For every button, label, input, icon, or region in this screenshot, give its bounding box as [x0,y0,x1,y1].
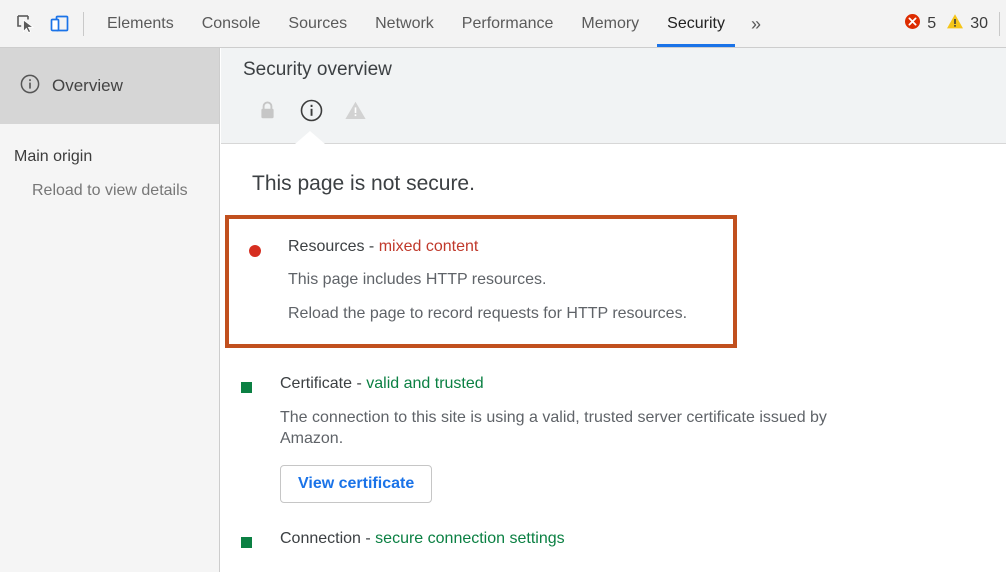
toolbar-divider [83,11,84,36]
section-title-row: Resources - mixed content [288,237,687,256]
tab-label: Performance [461,14,554,32]
tab-network[interactable]: Network [361,0,448,47]
status-bullet [241,382,255,394]
error-icon [904,13,921,35]
tab-label: Elements [107,14,174,32]
warning-icon [946,13,964,35]
section-title-row: Connection - secure connection settings [280,529,565,548]
sidebar-item-reload-to-view-details[interactable]: Reload to view details [0,166,219,200]
section-paragraph: The connection to this site is using a v… [280,408,827,447]
warning-counter[interactable]: 30 [941,13,993,35]
lock-icon[interactable] [245,93,289,127]
tab-elements[interactable]: Elements [93,0,188,47]
issue-counters: 5 30 [899,0,1006,47]
status-bullet [241,536,255,548]
section-separator: - [352,375,367,393]
sidebar-item-overview[interactable]: Overview [0,48,219,124]
section-separator: - [360,529,376,547]
panel-tab-strip: Elements Console Sources Network Perform… [93,0,773,47]
info-circle-icon[interactable] [289,93,333,127]
section-status: valid and trusted [366,375,484,393]
security-section-certificate: Certificate - valid and trusted The conn… [221,374,1006,503]
security-panel-header: Security overview [221,48,1006,145]
status-dot-red [249,245,261,257]
devtools-toolbar: Elements Console Sources Network Perform… [0,0,1006,48]
tab-console[interactable]: Console [188,0,275,47]
section-title: Resources [288,238,365,255]
status-square-green [241,536,252,548]
security-main-panel: Security overview This page is not secur… [221,48,1006,572]
security-panel-body: This page is not secure. Resources - mix… [221,144,1006,548]
error-counter[interactable]: 5 [899,13,941,35]
security-summary-text: This page is not secure. [252,172,475,195]
sidebar-group-main-origin: Main origin [14,148,93,165]
warning-triangle-icon[interactable] [333,93,377,127]
tab-label: Memory [581,14,640,32]
section-title: Certificate [280,375,353,393]
warning-count: 30 [970,14,988,32]
security-state-icons [221,93,1006,127]
section-title: Connection [280,529,361,547]
view-certificate-button[interactable]: View certificate [280,464,433,503]
tab-label: Network [375,14,434,32]
section-status: secure connection settings [375,529,565,547]
section-title-row: Certificate - valid and trusted [280,374,880,393]
tab-sources[interactable]: Sources [274,0,361,47]
status-bullet [249,245,263,257]
more-tabs-label: » [750,13,761,34]
inspect-cursor-icon[interactable] [8,7,42,41]
security-sidebar: Overview Main origin Reload to view deta… [0,48,220,572]
more-tabs-chevron-icon[interactable]: » [739,0,773,47]
active-state-notch [294,131,326,145]
section-paragraph: Reload the page to record requests for H… [288,305,688,323]
section-content: Connection - secure connection settings [255,529,565,548]
device-toolbar-icon[interactable] [42,7,76,41]
error-count: 5 [927,14,937,32]
tab-security[interactable]: Security [653,0,739,47]
toolbar-icon-group [0,0,93,47]
section-status: mixed content [378,238,479,255]
tab-label: Console [201,14,261,32]
security-section-connection: Connection - secure connection settings [221,529,1006,548]
tab-performance[interactable]: Performance [448,0,568,47]
tab-label: Security [667,14,725,32]
page-title: Security overview [243,59,392,80]
tab-memory[interactable]: Memory [567,0,653,47]
status-square-green [241,382,252,394]
security-section-resources: Resources - mixed content This page incl… [229,237,733,324]
section-separator: - [364,238,379,255]
sidebar-item-label: Overview [52,76,123,95]
section-content: Certificate - valid and trusted The conn… [255,374,880,503]
section-paragraph: This page includes HTTP resources. [288,271,547,289]
section-content: Resources - mixed content This page incl… [263,237,687,324]
tab-label: Sources [288,14,348,32]
mixed-content-highlight-box: Resources - mixed content This page incl… [225,215,737,349]
counter-divider [999,11,1000,36]
info-circle-icon [20,74,40,99]
